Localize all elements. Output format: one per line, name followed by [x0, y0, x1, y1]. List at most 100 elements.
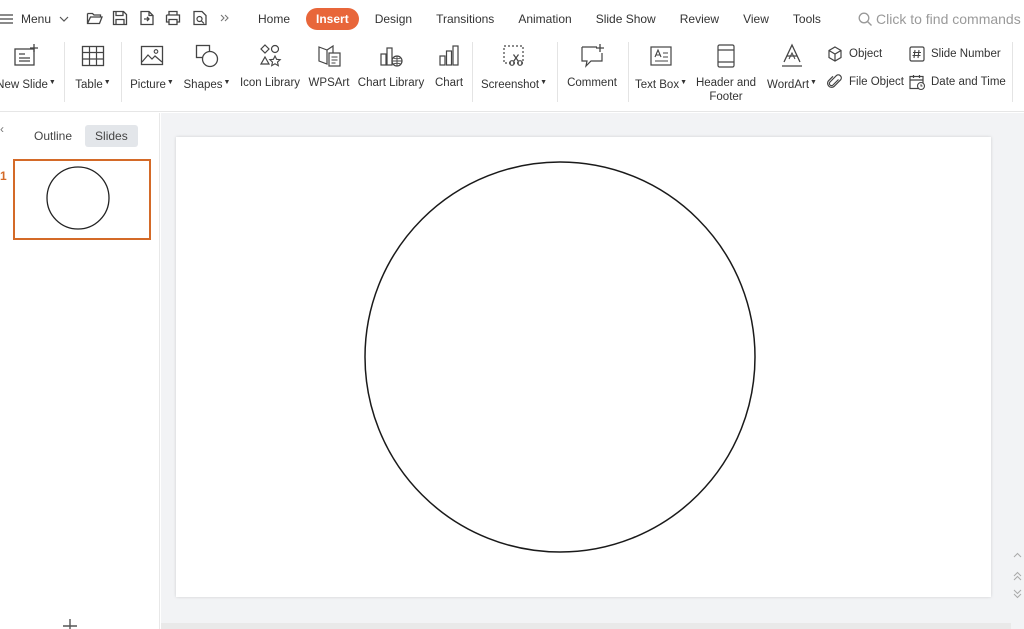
wpsart-button[interactable]: WPSArt: [305, 38, 353, 104]
slide-canvas[interactable]: [176, 137, 991, 597]
wpsart-icon: [318, 44, 341, 67]
comment-icon: [581, 44, 604, 68]
hash-icon: [909, 46, 925, 62]
ribbon-separator: [121, 42, 122, 102]
ribbon-tabs: Home Insert Design Transitions Animation…: [246, 8, 833, 30]
tab-outline[interactable]: Outline: [24, 125, 82, 147]
screenshot-button[interactable]: Screenshot▼: [478, 38, 550, 104]
scroll-up-icon[interactable]: [1013, 551, 1022, 561]
paperclip-icon: [827, 74, 842, 88]
slide-number-label: Slide Number: [931, 48, 1001, 60]
ribbon-separator: [1012, 42, 1013, 102]
tab-home[interactable]: Home: [246, 8, 302, 30]
picture-button[interactable]: Picture▼: [127, 38, 177, 104]
wordart-icon: [782, 43, 802, 67]
picture-icon: [140, 45, 164, 66]
chevron-down-icon: [59, 16, 69, 22]
open-folder-icon[interactable]: [86, 9, 104, 27]
date-time-label: Date and Time: [931, 76, 1006, 88]
wordart-button[interactable]: WordArt▼: [764, 38, 820, 104]
thumbnail-circle-shape: [46, 166, 110, 230]
search-commands[interactable]: Click to find commands: [858, 9, 1021, 29]
tab-review[interactable]: Review: [668, 8, 731, 30]
vertical-scrollbar[interactable]: [1011, 113, 1024, 629]
shapes-icon: [195, 44, 219, 68]
title-bar: Menu Home Insert Design Transitions Anim…: [0, 0, 1024, 38]
insert-ribbon: New Slide▼ Table▼ Picture▼ Shapes▼ Icon …: [0, 38, 1024, 112]
slide-editor: [161, 113, 1024, 629]
slide-thumbnail[interactable]: [13, 159, 151, 240]
chart-label: Chart: [434, 77, 464, 89]
export-pdf-icon[interactable]: [138, 9, 156, 27]
slide-number-button[interactable]: Slide Number: [908, 44, 1001, 64]
text-box-label: Text Box: [634, 79, 680, 91]
tab-transitions[interactable]: Transitions: [424, 8, 506, 30]
slides-panel: ‹ Outline Slides 1: [0, 113, 160, 629]
header-footer-label-line1: Header and: [695, 77, 757, 89]
icon-library-button[interactable]: Icon Library: [239, 38, 301, 104]
panel-tabs: Outline Slides: [24, 125, 141, 147]
calendar-icon: [909, 75, 926, 91]
icon-library-label: Icon Library: [239, 77, 301, 89]
tab-insert[interactable]: Insert: [306, 8, 359, 30]
bar-chart-icon: [439, 45, 459, 66]
picture-label: Picture: [130, 79, 166, 91]
double-chevron-right-icon[interactable]: [219, 9, 231, 27]
table-icon: [81, 45, 105, 67]
prev-slide-icon[interactable]: [1013, 571, 1022, 581]
comment-label: Comment: [567, 77, 617, 89]
object-label: Object: [849, 48, 883, 60]
screenshot-icon: [503, 45, 524, 66]
tab-animation[interactable]: Animation: [506, 8, 583, 30]
chart-button[interactable]: Chart: [430, 38, 468, 104]
header-footer-icon: [717, 44, 735, 68]
table-button[interactable]: Table▼: [70, 38, 116, 104]
tab-slides[interactable]: Slides: [85, 125, 138, 147]
object-button[interactable]: Object: [826, 44, 882, 64]
text-box-icon: [650, 46, 672, 66]
menu-button[interactable]: Menu: [0, 8, 69, 30]
slide-thumbnail-number: 1: [0, 169, 7, 183]
chart-library-label: Chart Library: [357, 77, 425, 89]
print-preview-icon[interactable]: [191, 9, 209, 27]
tab-tools[interactable]: Tools: [781, 8, 833, 30]
header-footer-label-line2: Footer: [709, 91, 743, 103]
wpsart-label: WPSArt: [308, 77, 350, 89]
search-placeholder: Click to find commands: [876, 11, 1021, 27]
new-slide-label: New Slide: [0, 79, 48, 91]
save-icon[interactable]: [111, 9, 129, 27]
hamburger-icon: [0, 14, 13, 24]
new-slide-button[interactable]: New Slide▼: [0, 38, 56, 104]
file-object-button[interactable]: File Object: [826, 72, 904, 92]
add-slide-icon[interactable]: [62, 617, 78, 629]
tab-view[interactable]: View: [731, 8, 781, 30]
text-box-button[interactable]: Text Box▼: [634, 38, 688, 104]
chart-library-icon: [380, 47, 403, 67]
table-label: Table: [75, 79, 103, 91]
date-time-button[interactable]: Date and Time: [908, 72, 1006, 92]
ribbon-separator: [557, 42, 558, 102]
tab-slide-show[interactable]: Slide Show: [584, 8, 668, 30]
print-icon[interactable]: [164, 9, 182, 27]
screenshot-label: Screenshot: [480, 79, 540, 91]
wordart-label: WordArt: [767, 79, 810, 91]
circle-shape[interactable]: [176, 137, 991, 597]
new-slide-icon: [14, 44, 38, 66]
icon-library-icon: [259, 44, 282, 67]
next-slide-icon[interactable]: [1013, 589, 1022, 599]
object-icon: [828, 46, 842, 62]
menu-label: Menu: [21, 12, 52, 26]
ribbon-separator: [64, 42, 65, 102]
header-footer-button[interactable]: Header and Footer: [692, 38, 760, 104]
file-object-label: File Object: [849, 76, 904, 88]
tab-design[interactable]: Design: [363, 8, 424, 30]
ribbon-separator: [472, 42, 473, 102]
chart-library-button[interactable]: Chart Library: [356, 38, 426, 104]
shapes-button[interactable]: Shapes▼: [181, 38, 233, 104]
search-icon: [858, 12, 872, 26]
comment-button[interactable]: Comment: [562, 38, 622, 104]
ribbon-separator: [628, 42, 629, 102]
horizontal-scrollbar[interactable]: [161, 623, 1011, 629]
shapes-label: Shapes: [183, 79, 223, 91]
collapse-panel-icon[interactable]: ‹: [0, 122, 4, 136]
